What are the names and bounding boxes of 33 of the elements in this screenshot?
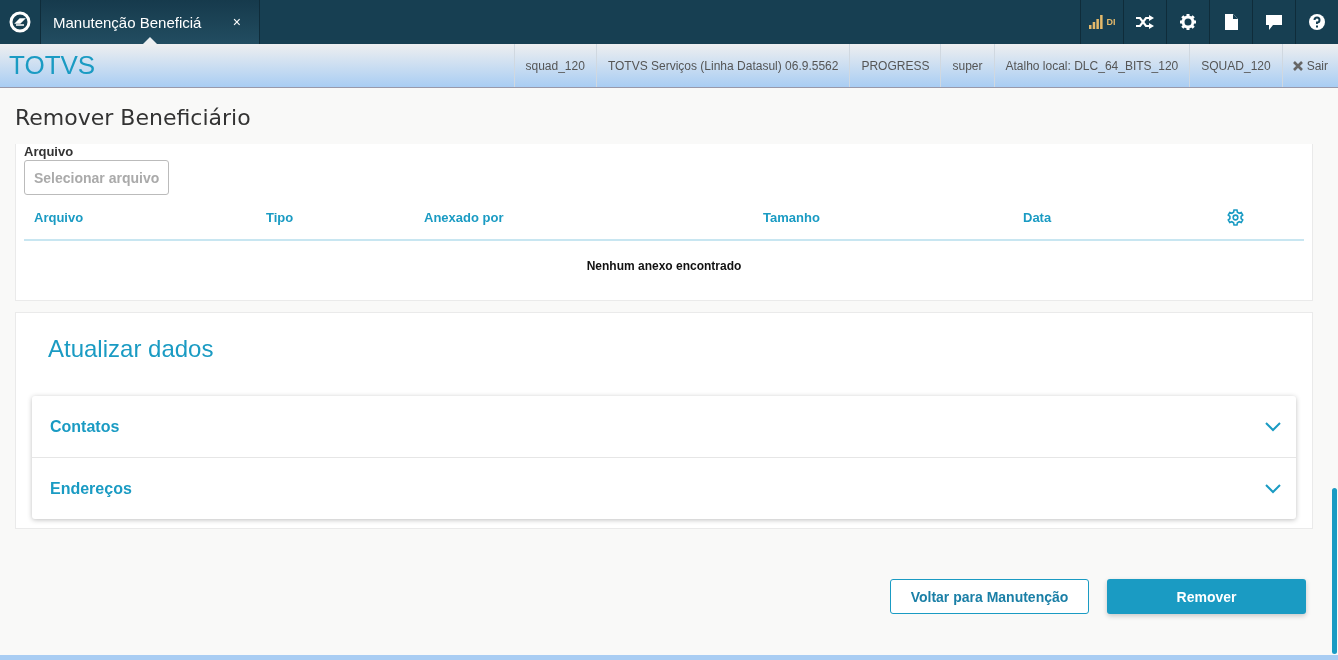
select-file-button[interactable]: Selecionar arquivo bbox=[24, 160, 170, 195]
logout-button[interactable]: Sair bbox=[1281, 44, 1338, 87]
info-item: squad_120 bbox=[513, 44, 596, 87]
scrollbar[interactable] bbox=[1332, 488, 1337, 654]
chat-icon[interactable] bbox=[1266, 14, 1282, 30]
document-icon[interactable] bbox=[1224, 14, 1238, 30]
back-button[interactable]: Voltar para Manutenção bbox=[890, 579, 1089, 614]
brand-logo: TOTVS bbox=[8, 50, 96, 81]
column-header[interactable]: Tipo bbox=[266, 209, 424, 225]
tab[interactable]: Manutenção Beneficiá × bbox=[41, 0, 260, 44]
accordion-header[interactable]: Contatos bbox=[32, 396, 1296, 458]
help-icon[interactable] bbox=[1309, 14, 1325, 30]
signal-icon[interactable] bbox=[1088, 15, 1103, 29]
info-item: TOTVS Serviços (Linha Datasul) 06.9.5562 bbox=[595, 44, 850, 87]
info-item: PROGRESS bbox=[849, 44, 941, 87]
empty-message: Nenhum anexo encontrado bbox=[585, 258, 743, 273]
shuffle-icon[interactable] bbox=[1136, 15, 1154, 29]
remove-button[interactable]: Remover bbox=[1107, 579, 1306, 614]
column-header[interactable]: Tamanho bbox=[763, 209, 1023, 225]
logo-icon[interactable] bbox=[9, 11, 31, 33]
section-title: Atualizar dados bbox=[48, 335, 215, 364]
column-header[interactable]: Anexado por bbox=[424, 209, 763, 225]
connection-label: DI bbox=[1106, 17, 1116, 27]
info-item: super bbox=[940, 44, 994, 87]
page-title: Remover Beneficiário bbox=[15, 104, 252, 132]
close-button[interactable]: × bbox=[232, 14, 241, 30]
info-item: SQUAD_120 bbox=[1189, 44, 1282, 87]
column-header[interactable]: Data bbox=[1023, 209, 1223, 225]
accordion-header[interactable]: Endereços bbox=[32, 458, 1296, 519]
info-item: Atalho local: DLC_64_BITS_120 bbox=[993, 44, 1190, 87]
field-label: Arquivo bbox=[24, 144, 75, 159]
close-icon bbox=[1292, 60, 1303, 71]
column-header[interactable]: Arquivo bbox=[34, 209, 266, 225]
